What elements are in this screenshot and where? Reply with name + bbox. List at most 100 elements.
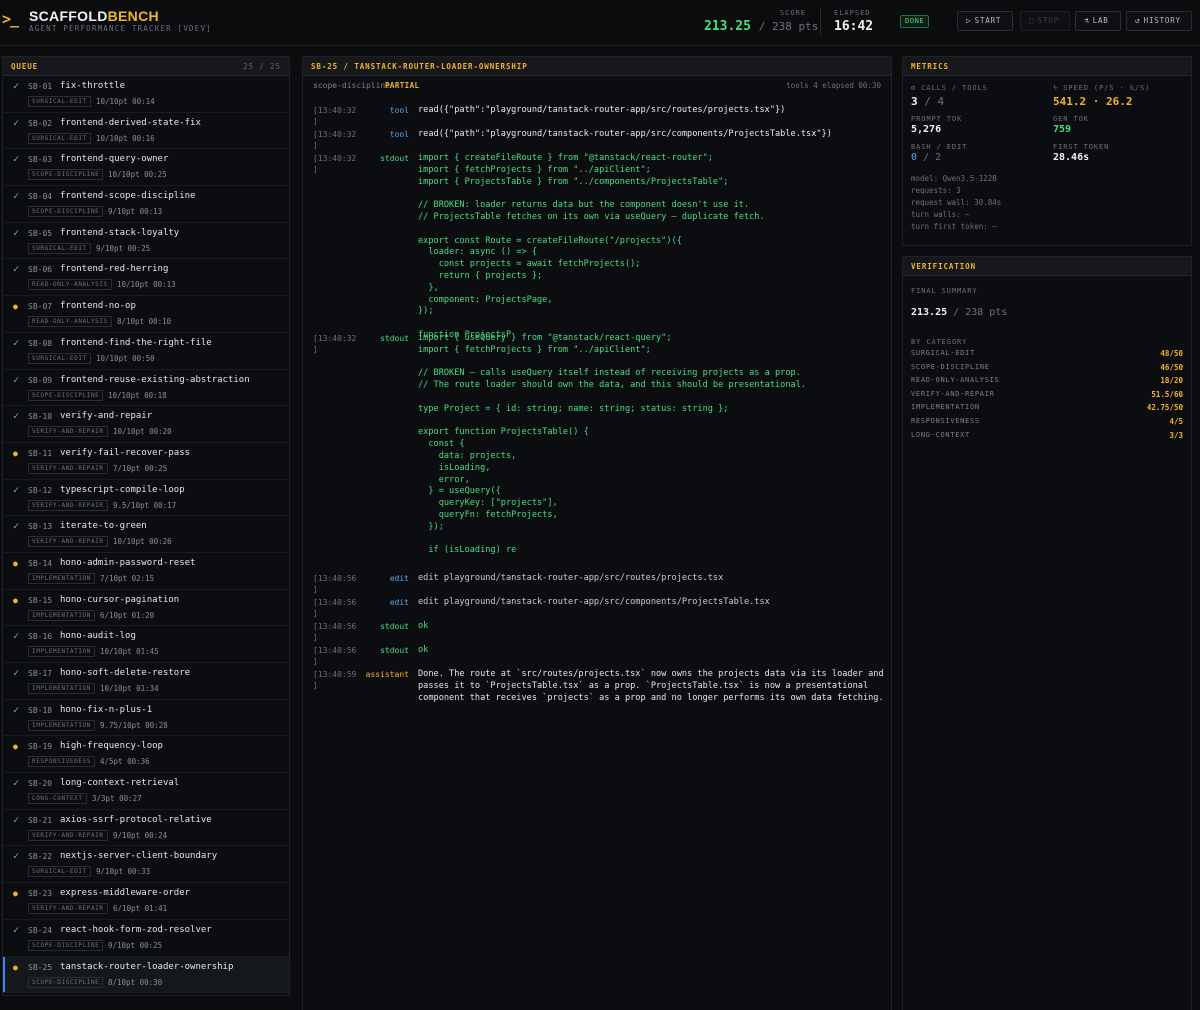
queue-item-id: SB-23 [28,889,53,899]
queue-item-name: react-hook-form-zod-resolver [60,924,212,935]
queue-item[interactable]: ● SB-23 express-middleware-order VERIFY-AND… [3,883,289,920]
queue-item[interactable]: ✓ SB-24 react-hook-form-zod-resolver SCOPE-… [3,920,289,957]
queue-item-tag: VERIFY-AND-REPAIR [28,536,108,548]
queue-item[interactable]: ● SB-25 tanstack-router-loader-ownership SC… [3,956,289,994]
queue-item[interactable]: ✓ SB-03 frontend-query-owner SCOPE-DISCIPLI… [3,149,289,187]
status-badge: DONE [900,15,930,28]
queue-item[interactable]: ● SB-19 high-frequency-loop RESPONSIVENESS 4… [3,736,289,774]
queue-item-name: typescript-compile-loop [60,484,185,495]
queue-item-name: express-middleware-order [60,888,191,899]
queue-item-meta: 10/10pt 00:26 [113,537,172,547]
queue-item-meta: 9/10pt 00:25 [96,243,151,253]
lab-label: LAB [1092,16,1109,25]
queue-item-name: verify-and-repair [60,411,153,422]
log-body: read({"path":"playground/tanstack-router… [418,129,832,139]
calls-label: ⚙ CALLS / TOOLS [911,84,988,92]
partial-dot-icon: ● [13,595,18,605]
queue-item-meta: 10/10pt 00:18 [108,390,167,400]
queue-item-id: SB-21 [28,815,53,825]
queue-item[interactable]: ✓ SB-22 nextjs-server-client-boundary SURGI… [3,846,289,884]
queue-item[interactable]: ✓ SB-08 frontend-find-the-right-file SURGIC… [3,333,289,370]
check-icon: ✓ [13,668,20,679]
check-icon: ✓ [13,631,20,643]
queue-item[interactable]: ✓ SB-21 axios-ssrf-protocol-relative VERIFY… [3,810,289,847]
verification-title: VERIFICATION [911,262,976,271]
queue-item[interactable]: ✓ SB-01 fix-throttle SURGICAL-EDIT 10/10pt 0… [3,76,289,113]
queue-item-id: SB-22 [28,852,53,862]
queue-item-tag: IMPLEMENTATION [28,609,95,621]
queue-item-name: frontend-reuse-existing-abstraction [60,374,250,385]
queue-item[interactable]: ✓ SB-05 frontend-stack-loyalty SURGICAL-EDI… [3,223,289,260]
log-body: edit playground/tanstack-router-app/src/… [418,573,724,583]
queue-item[interactable]: ✓ SB-17 hono-soft-delete-restore IMPLEMENTA… [3,663,289,700]
queue-panel: QUEUE 25 / 25 ✓ SB-01 fix-throttle SURGICAL… [2,56,290,996]
verification-panel: VERIFICATION FINAL SUMMARY 213.25 / 238 … [902,256,1192,1010]
history-button[interactable]: ↺ HISTORY [1126,11,1192,31]
check-icon: ✓ [13,704,20,716]
category-score: 48/50 [1160,349,1183,358]
queue-list: ✓ SB-01 fix-throttle SURGICAL-EDIT 10/10pt 0… [3,76,289,994]
category-name: SURGICAL-EDIT [911,349,975,357]
queue-header: QUEUE 25 / 25 [3,57,289,76]
queue-item[interactable]: ✓ SB-10 verify-and-repair VERIFY-AND-REPAIR… [3,406,289,443]
partial-dot-icon: ● [13,889,18,899]
category-score: 42.75/50 [1146,403,1183,413]
log-body: ok [418,645,429,655]
queue-item-name: frontend-red-herring [60,264,169,275]
queue-item[interactable]: ● SB-15 hono-cursor-pagination IMPLEMENTATI… [3,590,289,627]
check-icon: ✓ [13,154,20,166]
queue-item[interactable]: ✓ SB-09 frontend-reuse-existing-abstractio… [3,370,289,407]
queue-item-tag: SCOPE-DISCIPLINE [28,976,104,988]
queue-item-meta: 10/10pt 01:34 [100,684,159,693]
check-icon: ✓ [13,227,20,239]
queue-item[interactable]: ✓ SB-13 iterate-to-green VERIFY-AND-REPAIR 1… [3,516,289,553]
queue-item[interactable]: ✓ SB-20 long-context-retrieval LONG-CONTEXT… [3,773,289,810]
log-timestamp-close: ] [313,609,318,618]
queue-item-name: frontend-scope-discipline [60,191,196,202]
log-type: stdout [380,334,409,343]
model-info: model: Qwen3.5-122B [911,174,997,183]
queue-item[interactable]: ● SB-07 frontend-no-op READ-ONLY-ANALYSIS 8/… [3,296,289,333]
queue-count: 25 / 25 [243,62,281,71]
check-icon: ✓ [13,814,20,826]
queue-item-tag: SCOPE-DISCIPLINE [28,939,104,951]
queue-item[interactable]: ✓ SB-06 frontend-red-herring READ-ONLY-ANAL… [3,259,289,297]
queue-item[interactable]: ✓ SB-12 typescript-compile-loop VERIFY-AND-… [3,480,289,517]
log-timestamp-close: ] [313,585,318,594]
queue-item-id: SB-25 [28,962,53,972]
speed-label: ϟ SPEED (P/S · G/S) [1053,84,1150,92]
lab-button[interactable]: ⚗ LAB [1075,11,1121,31]
log-body: import { useQuery } from "@tanstack/reac… [418,333,807,556]
queue-item-meta: 9/10pt 00:33 [96,867,151,877]
queue-item-meta: 6/10pt 01:41 [113,904,168,914]
queue-title: QUEUE [11,62,39,71]
turn-walls-info: turn walls: — [911,210,970,219]
queue-item-tag: SURGICAL-EDIT [28,242,91,254]
queue-item[interactable]: ✓ SB-04 frontend-scope-discipline SCOPE-DIS… [3,186,289,223]
top-header: >_ SCAFFOLDBENCH AGENT PERFORMANCE TRACK… [0,0,1200,46]
queue-item-name: frontend-no-op [60,301,136,312]
stop-button[interactable]: □ STOP [1020,11,1070,31]
start-button[interactable]: ▷ START [957,11,1013,31]
log-timestamp-close: ] [313,657,318,666]
queue-item[interactable]: ● SB-11 verify-fail-recover-pass VERIFY-AND… [3,443,289,480]
queue-item-meta: 10/10pt 00:16 [96,133,155,143]
queue-item-tag: VERIFY-AND-REPAIR [28,462,108,474]
category-name: SCOPE-DISCIPLINE [911,362,990,371]
queue-item-name: nextjs-server-client-boundary [60,851,218,862]
log-timestamp-close: ] [313,117,318,126]
category-score: 51.5/60 [1151,389,1183,399]
category-score: 18/20 [1160,376,1183,386]
queue-item[interactable]: ✓ SB-18 hono-fix-n-plus-1 IMPLEMENTATION 9.7… [3,700,289,737]
queue-item[interactable]: ● SB-14 hono-admin-password-reset IMPLEMENT… [3,553,289,590]
queue-item[interactable]: ✓ SB-16 hono-audit-log IMPLEMENTATION 10/10p… [3,626,289,663]
queue-item-meta: 10/10pt 00:50 [96,353,155,363]
partial-dot-icon: ● [13,448,18,458]
score-max: / 238 pts [758,20,819,33]
partial-dot-icon: ● [13,742,18,752]
queue-item-meta: 6/10pt 01:20 [100,610,155,620]
queue-item-name: hono-admin-password-reset [60,557,196,568]
queue-item-id: SB-15 [28,595,53,605]
queue-item-name: hono-soft-delete-restore [60,668,191,678]
queue-item[interactable]: ✓ SB-02 frontend-derived-state-fix SURGICAL… [3,113,289,150]
